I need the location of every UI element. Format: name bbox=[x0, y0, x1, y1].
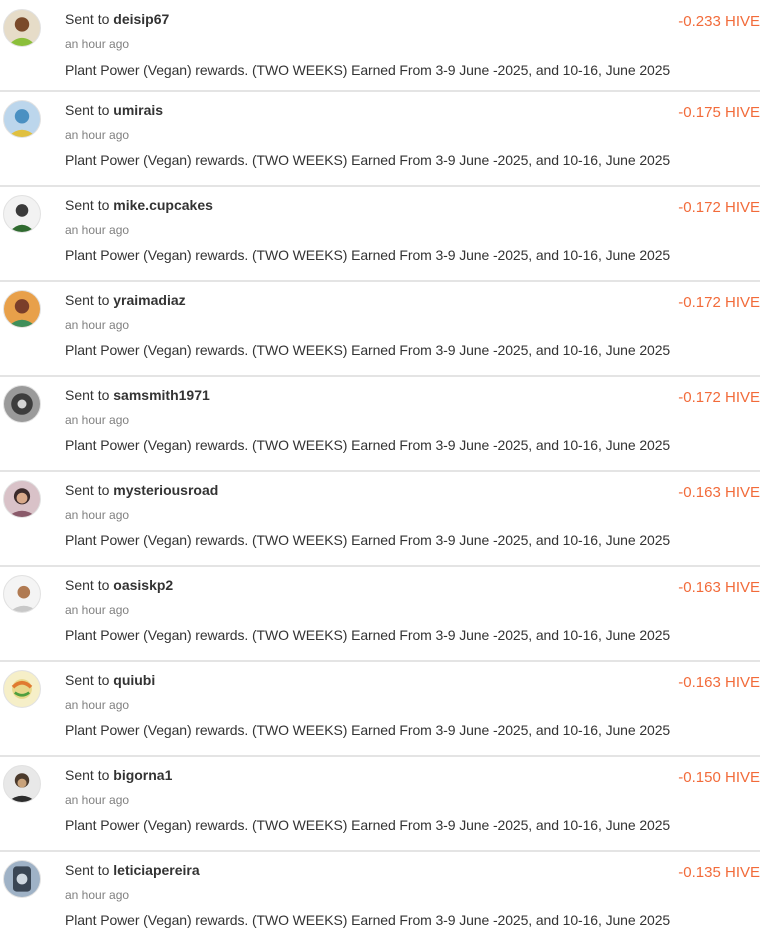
transaction-row: Sent to deisip67 an hour ago Plant Power… bbox=[0, 0, 768, 92]
timestamp: an hour ago bbox=[65, 698, 130, 712]
recipient-link[interactable]: yraimadiaz bbox=[113, 292, 185, 308]
user-avatar-icon[interactable] bbox=[3, 195, 41, 233]
transfer-line: Sent to deisip67 bbox=[65, 11, 169, 27]
transaction-list: Sent to deisip67 an hour ago Plant Power… bbox=[0, 0, 768, 947]
transfer-line: Sent to yraimadiaz bbox=[65, 292, 186, 308]
transaction-row: Sent to yraimadiaz an hour ago Plant Pow… bbox=[0, 282, 768, 377]
memo-text: Plant Power (Vegan) rewards. (TWO WEEKS)… bbox=[65, 152, 671, 168]
amount-value: -0.163 HIVE bbox=[678, 484, 760, 501]
transfer-line: Sent to quiubi bbox=[65, 672, 155, 688]
transfer-prefix: Sent to bbox=[65, 672, 110, 688]
memo-text: Plant Power (Vegan) rewards. (TWO WEEKS)… bbox=[65, 722, 671, 738]
timestamp: an hour ago bbox=[65, 793, 130, 807]
user-avatar-icon[interactable] bbox=[3, 385, 41, 423]
timestamp: an hour ago bbox=[65, 888, 130, 902]
memo-text: Plant Power (Vegan) rewards. (TWO WEEKS)… bbox=[65, 62, 671, 78]
transfer-prefix: Sent to bbox=[65, 11, 110, 27]
timestamp: an hour ago bbox=[65, 223, 130, 237]
transfer-line: Sent to samsmith1971 bbox=[65, 387, 210, 403]
memo-text: Plant Power (Vegan) rewards. (TWO WEEKS)… bbox=[65, 342, 671, 358]
amount-value: -0.175 HIVE bbox=[678, 104, 760, 121]
transaction-row: Sent to mike.cupcakes an hour ago Plant … bbox=[0, 187, 768, 282]
transaction-row: Sent to quiubi an hour ago Plant Power (… bbox=[0, 662, 768, 757]
user-avatar-icon[interactable] bbox=[3, 9, 41, 47]
transaction-row: Sent to oasiskp2 an hour ago Plant Power… bbox=[0, 567, 768, 662]
recipient-link[interactable]: quiubi bbox=[113, 672, 155, 688]
user-avatar-icon[interactable] bbox=[3, 575, 41, 613]
amount-value: -0.135 HIVE bbox=[678, 864, 760, 881]
memo-text: Plant Power (Vegan) rewards. (TWO WEEKS)… bbox=[65, 817, 671, 833]
amount-value: -0.163 HIVE bbox=[678, 579, 760, 596]
recipient-link[interactable]: umirais bbox=[113, 102, 163, 118]
transfer-prefix: Sent to bbox=[65, 102, 110, 118]
recipient-link[interactable]: mysteriousroad bbox=[113, 482, 218, 498]
memo-text: Plant Power (Vegan) rewards. (TWO WEEKS)… bbox=[65, 247, 671, 263]
transfer-line: Sent to mike.cupcakes bbox=[65, 197, 213, 213]
user-avatar-icon[interactable] bbox=[3, 765, 41, 803]
transaction-row: Sent to mysteriousroad an hour ago Plant… bbox=[0, 472, 768, 567]
transfer-prefix: Sent to bbox=[65, 292, 110, 308]
transfer-prefix: Sent to bbox=[65, 482, 110, 498]
amount-value: -0.172 HIVE bbox=[678, 199, 760, 216]
transfer-line: Sent to bigorna1 bbox=[65, 767, 172, 783]
timestamp: an hour ago bbox=[65, 603, 130, 617]
timestamp: an hour ago bbox=[65, 128, 130, 142]
timestamp: an hour ago bbox=[65, 318, 130, 332]
transaction-row: Sent to leticiapereira an hour ago Plant… bbox=[0, 852, 768, 947]
transfer-prefix: Sent to bbox=[65, 767, 110, 783]
timestamp: an hour ago bbox=[65, 37, 130, 51]
transaction-row: Sent to samsmith1971 an hour ago Plant P… bbox=[0, 377, 768, 472]
transfer-line: Sent to oasiskp2 bbox=[65, 577, 173, 593]
user-avatar-icon[interactable] bbox=[3, 860, 41, 898]
user-avatar-icon[interactable] bbox=[3, 480, 41, 518]
memo-text: Plant Power (Vegan) rewards. (TWO WEEKS)… bbox=[65, 437, 671, 453]
recipient-link[interactable]: samsmith1971 bbox=[113, 387, 210, 403]
amount-value: -0.233 HIVE bbox=[678, 13, 760, 30]
recipient-link[interactable]: deisip67 bbox=[113, 11, 169, 27]
user-avatar-icon[interactable] bbox=[3, 290, 41, 328]
recipient-link[interactable]: bigorna1 bbox=[113, 767, 172, 783]
user-avatar-icon[interactable] bbox=[3, 670, 41, 708]
transfer-prefix: Sent to bbox=[65, 577, 110, 593]
transfer-prefix: Sent to bbox=[65, 197, 110, 213]
transfer-line: Sent to leticiapereira bbox=[65, 862, 200, 878]
transfer-line: Sent to umirais bbox=[65, 102, 163, 118]
transaction-row: Sent to bigorna1 an hour ago Plant Power… bbox=[0, 757, 768, 852]
transfer-prefix: Sent to bbox=[65, 862, 110, 878]
transfer-line: Sent to mysteriousroad bbox=[65, 482, 218, 498]
amount-value: -0.163 HIVE bbox=[678, 674, 760, 691]
timestamp: an hour ago bbox=[65, 508, 130, 522]
memo-text: Plant Power (Vegan) rewards. (TWO WEEKS)… bbox=[65, 627, 671, 643]
timestamp: an hour ago bbox=[65, 413, 130, 427]
recipient-link[interactable]: leticiapereira bbox=[113, 862, 199, 878]
memo-text: Plant Power (Vegan) rewards. (TWO WEEKS)… bbox=[65, 912, 671, 928]
transfer-prefix: Sent to bbox=[65, 387, 110, 403]
recipient-link[interactable]: oasiskp2 bbox=[113, 577, 173, 593]
memo-text: Plant Power (Vegan) rewards. (TWO WEEKS)… bbox=[65, 532, 671, 548]
recipient-link[interactable]: mike.cupcakes bbox=[113, 197, 213, 213]
amount-value: -0.172 HIVE bbox=[678, 389, 760, 406]
amount-value: -0.150 HIVE bbox=[678, 769, 760, 786]
transaction-row: Sent to umirais an hour ago Plant Power … bbox=[0, 92, 768, 187]
amount-value: -0.172 HIVE bbox=[678, 294, 760, 311]
user-avatar-icon[interactable] bbox=[3, 100, 41, 138]
